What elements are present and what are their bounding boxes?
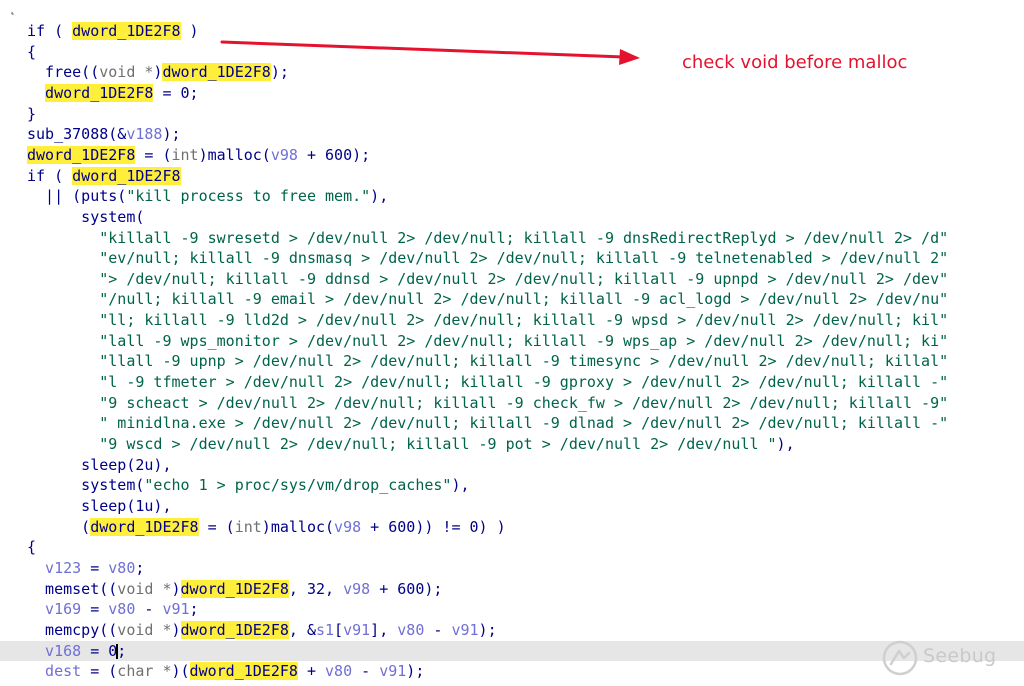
watermark-text: Seebug xyxy=(923,645,997,667)
red-arrow-icon xyxy=(220,40,640,65)
annotation-text: check void before malloc xyxy=(682,52,908,73)
